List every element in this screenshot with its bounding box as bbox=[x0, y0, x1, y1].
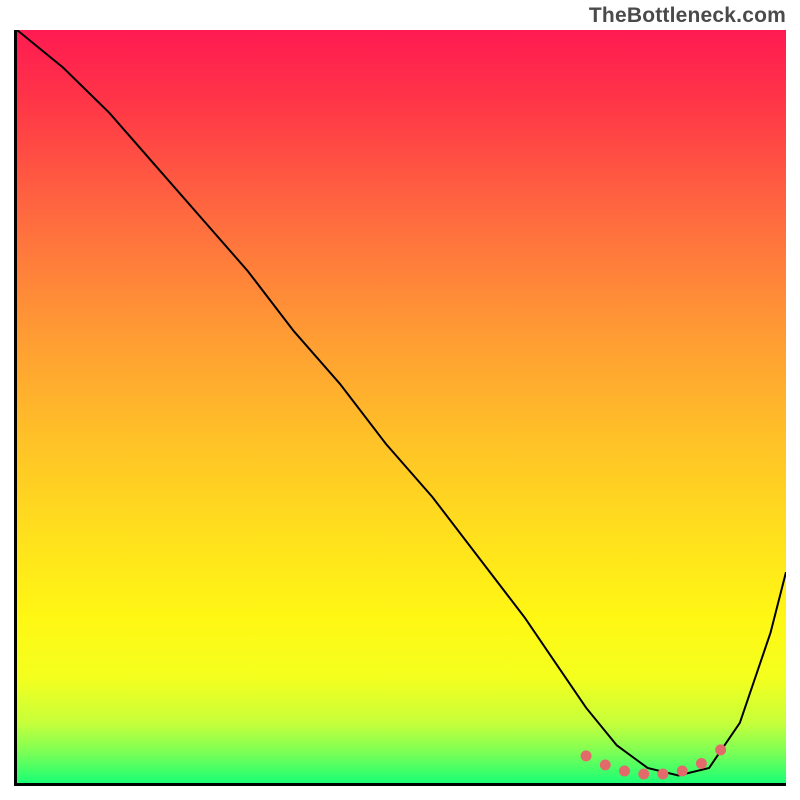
chart-svg bbox=[17, 30, 786, 783]
flat-zone-marker bbox=[638, 768, 649, 779]
flat-zone-marker bbox=[619, 765, 630, 776]
flat-zone-marker bbox=[677, 765, 688, 776]
flat-zone-marker bbox=[715, 744, 726, 755]
chart-background-gradient bbox=[17, 30, 786, 783]
flat-zone-marker bbox=[657, 768, 668, 779]
chart-plot-area bbox=[14, 30, 786, 786]
flat-zone-marker bbox=[581, 750, 592, 761]
flat-zone-marker bbox=[696, 758, 707, 769]
watermark-text: TheBottleneck.com bbox=[589, 4, 786, 28]
flat-zone-marker bbox=[600, 759, 611, 770]
